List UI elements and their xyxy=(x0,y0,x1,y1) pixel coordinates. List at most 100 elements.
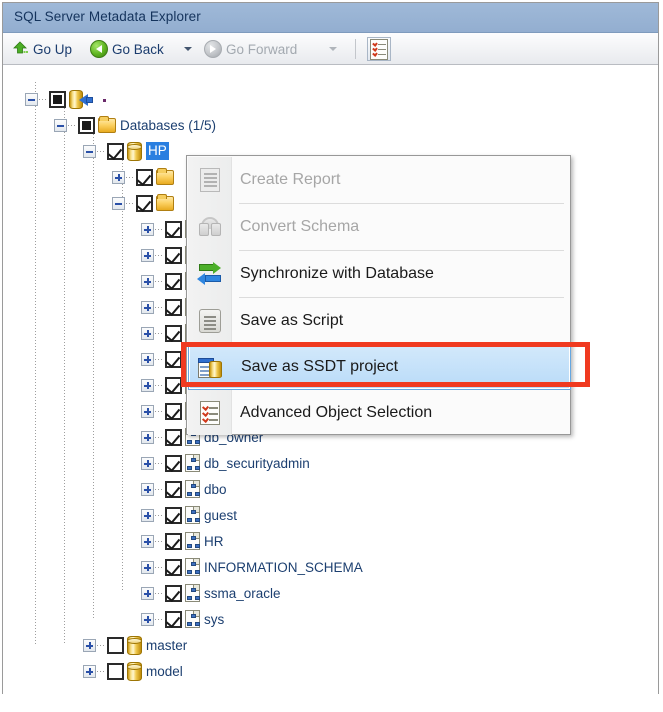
node-checkbox[interactable] xyxy=(165,610,182,628)
menu-item-convert-schema[interactable]: Convert Schema xyxy=(188,204,571,250)
tree-node-databases[interactable]: Databases (1/5) xyxy=(54,112,216,138)
tree-node-information-schema[interactable]: INFORMATION_SCHEMA xyxy=(141,554,363,580)
convert-icon xyxy=(188,217,232,237)
expander-plus-icon[interactable] xyxy=(141,586,154,600)
tree-node-root[interactable]: . xyxy=(25,86,106,112)
node-checkbox[interactable] xyxy=(165,480,182,498)
tree-node-master[interactable]: master xyxy=(83,632,187,658)
node-checkbox[interactable] xyxy=(107,142,124,160)
schema-icon xyxy=(185,480,200,498)
script-icon xyxy=(188,309,232,333)
connector-dots xyxy=(155,228,164,230)
go-forward-label: Go Forward xyxy=(226,41,298,57)
node-checkbox[interactable] xyxy=(165,376,182,394)
tree-node-label: HP xyxy=(146,142,169,160)
node-checkbox[interactable] xyxy=(165,584,182,602)
node-checkbox[interactable] xyxy=(165,220,182,238)
tree-node-sys[interactable]: sys xyxy=(141,606,224,632)
expander-plus-icon[interactable] xyxy=(141,248,154,262)
expander-plus-icon[interactable] xyxy=(83,664,96,678)
node-checkbox[interactable] xyxy=(165,298,182,316)
go-up-button[interactable]: Go Up xyxy=(9,33,75,65)
expander-plus-icon[interactable] xyxy=(141,456,154,470)
node-checkbox[interactable] xyxy=(107,636,124,654)
expander-plus-icon[interactable] xyxy=(112,170,125,184)
connector-dots xyxy=(155,592,164,594)
go-back-label: Go Back xyxy=(112,41,164,57)
expander-plus-icon[interactable] xyxy=(141,430,154,444)
connector-dots xyxy=(155,462,164,464)
connector-dots xyxy=(97,670,106,672)
tree-node-label: HR xyxy=(204,533,224,549)
node-checkbox[interactable] xyxy=(165,454,182,472)
database-icon xyxy=(127,141,142,161)
expander-minus-icon[interactable] xyxy=(112,196,125,210)
expander-plus-icon[interactable] xyxy=(141,508,154,522)
expander-plus-icon[interactable] xyxy=(83,638,96,652)
tree-connector-line xyxy=(35,82,36,644)
tree-node-dbo[interactable]: dbo xyxy=(141,476,227,502)
schema-icon xyxy=(185,506,200,524)
menu-item-advanced-object-selection[interactable]: Advanced Object Selection xyxy=(188,390,571,436)
database-icon xyxy=(127,661,142,681)
go-back-dropdown[interactable] xyxy=(181,33,195,65)
go-forward-dropdown xyxy=(326,33,340,65)
schema-icon xyxy=(185,610,200,628)
node-checkbox[interactable] xyxy=(78,116,95,134)
connector-dots xyxy=(155,566,164,568)
connector-dots xyxy=(155,358,164,360)
node-checkbox[interactable] xyxy=(49,90,66,108)
expander-plus-icon[interactable] xyxy=(141,560,154,574)
tree-node-hp[interactable]: HP xyxy=(83,138,169,164)
connector-dots xyxy=(155,306,164,308)
tree-connector-line xyxy=(122,160,123,590)
tree-node-guest[interactable]: guest xyxy=(141,502,237,528)
expander-plus-icon[interactable] xyxy=(141,222,154,236)
expander-plus-icon[interactable] xyxy=(141,274,154,288)
node-checkbox[interactable] xyxy=(136,168,153,186)
tree-connector-line xyxy=(64,108,65,644)
node-checkbox[interactable] xyxy=(165,558,182,576)
node-checkbox[interactable] xyxy=(107,662,124,680)
expander-plus-icon[interactable] xyxy=(141,404,154,418)
tree-node-hr[interactable]: HR xyxy=(141,528,224,554)
connector-dots xyxy=(39,98,48,100)
menu-item-label: Synchronize with Database xyxy=(240,265,434,282)
node-checkbox[interactable] xyxy=(165,428,182,446)
node-checkbox[interactable] xyxy=(165,272,182,290)
tree-node-label: ssma_oracle xyxy=(204,585,281,601)
menu-item-save-as-script[interactable]: Save as Script xyxy=(188,298,571,344)
schema-icon xyxy=(185,558,200,576)
advanced-object-selection-button[interactable] xyxy=(367,37,391,61)
node-checkbox[interactable] xyxy=(165,324,182,342)
expander-plus-icon[interactable] xyxy=(141,534,154,548)
tree-node-folder-a[interactable] xyxy=(112,164,178,190)
tree-node-db-securityadmin[interactable]: db_securityadmin xyxy=(141,450,310,476)
root-label-dot xyxy=(103,98,106,102)
expander-plus-icon[interactable] xyxy=(141,378,154,392)
node-checkbox[interactable] xyxy=(165,532,182,550)
chevron-down-icon xyxy=(329,47,337,51)
expander-minus-icon[interactable] xyxy=(54,118,67,132)
node-checkbox[interactable] xyxy=(165,402,182,420)
expander-plus-icon[interactable] xyxy=(141,612,154,626)
expander-minus-icon[interactable] xyxy=(25,92,38,106)
node-checkbox[interactable] xyxy=(165,246,182,264)
expander-minus-icon[interactable] xyxy=(83,144,96,158)
expander-plus-icon[interactable] xyxy=(141,300,154,314)
tree-node-model[interactable]: model xyxy=(83,658,183,684)
menu-item-synchronize-with-database[interactable]: Synchronize with Database xyxy=(188,251,571,297)
menu-item-save-as-ssdt-project[interactable]: Save as SSDT project xyxy=(188,344,571,390)
node-checkbox[interactable] xyxy=(165,350,182,368)
node-checkbox[interactable] xyxy=(136,194,153,212)
node-checkbox[interactable] xyxy=(165,506,182,524)
connector-dots xyxy=(155,410,164,412)
expander-plus-icon[interactable] xyxy=(141,482,154,496)
expander-plus-icon[interactable] xyxy=(141,326,154,340)
context-menu[interactable]: Create Report Convert Schema Synchronize… xyxy=(186,155,571,435)
go-back-button[interactable]: Go Back xyxy=(87,33,167,65)
expander-plus-icon[interactable] xyxy=(141,352,154,366)
tree-node-ssma-oracle[interactable]: ssma_oracle xyxy=(141,580,281,606)
menu-item-create-report[interactable]: Create Report xyxy=(188,157,571,203)
tree-node-folder-b[interactable] xyxy=(112,190,178,216)
